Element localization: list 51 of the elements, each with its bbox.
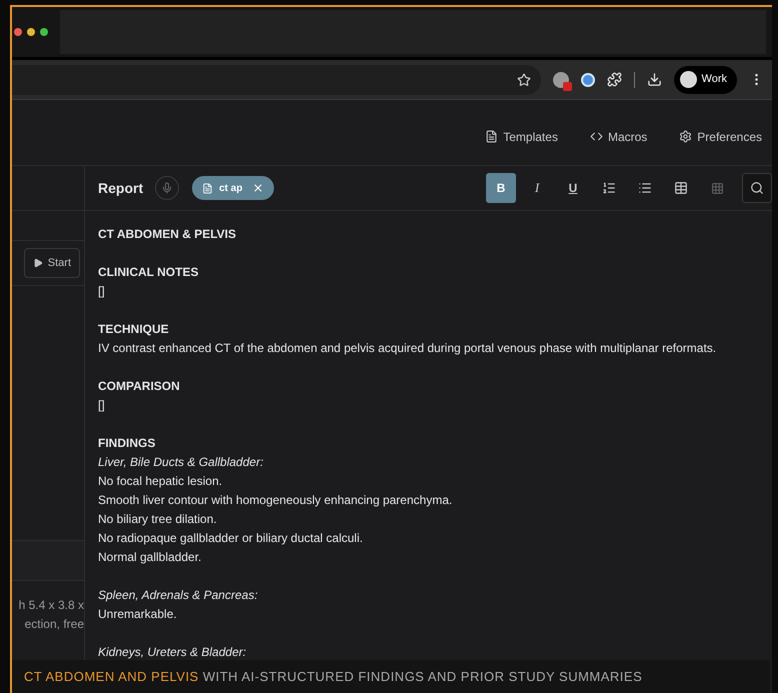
password-manager-icon[interactable] [580,72,595,86]
report-line: No biliary tree dilation. [98,511,218,528]
format-button[interactable]: B [486,173,516,203]
microphone-icon [161,182,174,194]
format-button[interactable] [742,173,772,203]
document-title: CT ABDOMEN & PELVIS [98,226,238,243]
report-line: Normal gallbladder. [98,549,202,566]
section-heading: FINDINGS [98,435,156,452]
download-icon[interactable] [646,72,662,87]
report-line: Smooth liver contour with homogeneously enhancing parenchyma. [98,492,454,509]
section-heading: CLINICAL NOTES [98,264,200,281]
profile-button[interactable]: Work [674,66,737,94]
nav-link[interactable]: Templates [485,128,558,146]
snippet-text: ection, free [24,616,84,633]
snippet-text: h 5.4 x 3.8 x [18,597,84,614]
code-icon [590,130,603,143]
report-line: [] [98,283,106,300]
report-line: No focal hepatic lesion. [98,473,224,490]
start-button[interactable]: Start [24,248,80,278]
nav-link[interactable]: Macros [590,128,648,146]
chip-label: ct ap [219,182,242,196]
section-heading: TECHNIQUE [98,321,170,338]
report-line: No radiopaque gallbladder or biliary ductal calculi. [98,530,364,547]
report-line: Unremarkable. [98,606,178,623]
section-heading: COMPARISON [98,378,181,395]
caption-text: CT ABDOMEN AND PELVIS WITH AI-STRUCTURED FINDINGS AND PRIOR STUDY SUMMARIES [24,668,642,686]
template-chip[interactable]: ct ap [192,176,274,200]
document-icon [485,130,498,143]
error-badge-icon [562,82,572,90]
table-icon [674,181,688,195]
microphone-button[interactable] [155,176,180,200]
format-button[interactable]: U [558,173,588,203]
avatar-icon [680,71,697,88]
report-line: [] [98,397,106,414]
subsection-heading: Spleen, Adrenals & Pancreas: [98,587,259,604]
close-icon[interactable] [252,182,264,194]
bookmark-star-icon[interactable] [516,72,531,86]
bullet-list-icon [638,181,652,195]
search-icon [750,181,764,195]
subsection-heading: Kidneys, Ureters & Bladder: [98,644,248,661]
report-line: IV contrast enhanced CT of the abdomen and pelvis acquired during portal venous phase with multiplanar reformats. [98,340,718,357]
play-icon [32,258,43,268]
grid-icon [710,182,724,194]
report-title: Report [98,178,144,198]
nav-link[interactable]: Preferences [679,128,762,146]
subsection-heading: Liver, Bile Ducts & Gallbladder: [98,454,264,471]
format-button[interactable]: I [522,173,552,203]
document-icon [202,182,214,194]
extensions-puzzle-icon[interactable] [606,72,622,87]
settings-icon [679,130,692,143]
numbered-list-icon [602,181,616,195]
